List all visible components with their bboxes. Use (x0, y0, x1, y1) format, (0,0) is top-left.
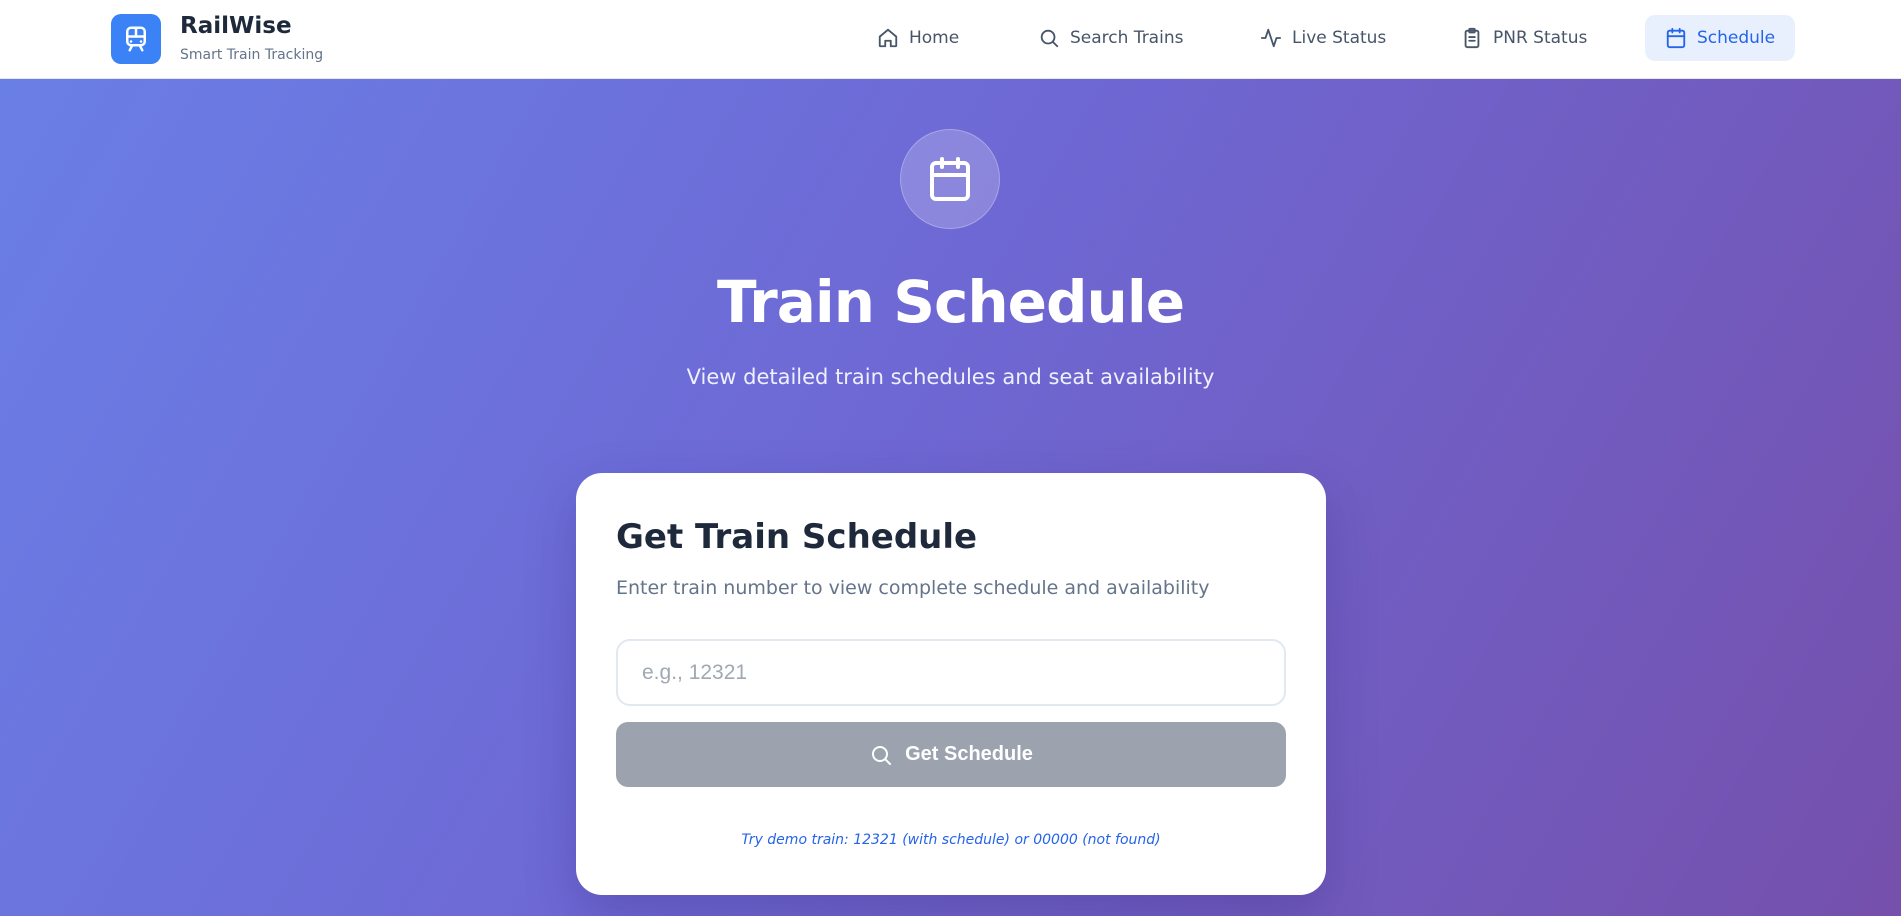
brand-tagline: Smart Train Tracking (180, 47, 324, 63)
hero-calendar-badge (900, 129, 1000, 229)
nav-home-label: Home (909, 28, 960, 48)
nav-search-trains[interactable]: Search Trains (1018, 15, 1203, 61)
search-icon (1040, 29, 1059, 48)
hero-section: Train Schedule View detailed train sched… (0, 79, 1901, 916)
calendar-icon (1666, 27, 1686, 49)
train-icon (126, 26, 146, 52)
nav-pnr-status-label: PNR Status (1493, 28, 1588, 48)
search-icon (872, 745, 892, 765)
nav-search-trains-label: Search Trains (1070, 28, 1184, 48)
get-schedule-label: Get Schedule (905, 743, 1033, 765)
nav-schedule-label: Schedule (1697, 28, 1776, 48)
nav-home[interactable]: Home (857, 15, 979, 61)
brand-logo[interactable] (111, 14, 161, 64)
nav-live-status[interactable]: Live Status (1240, 15, 1406, 61)
card-title: Get Train Schedule (616, 517, 978, 557)
page-subtitle: View detailed train schedules and seat a… (686, 365, 1215, 389)
page-title: Train Schedule (716, 268, 1185, 336)
nav-live-status-label: Live Status (1292, 28, 1387, 48)
schedule-search-card: Get Train Schedule Enter train number to… (576, 473, 1326, 895)
demo-train-hint: Try demo train: 12321 (with schedule) or… (741, 832, 1161, 848)
nav-schedule[interactable]: Schedule (1645, 15, 1796, 61)
clipboard-icon (1464, 27, 1480, 49)
calendar-icon (930, 157, 970, 201)
train-number-input[interactable] (616, 639, 1286, 706)
brand-name[interactable]: RailWise (180, 13, 292, 39)
nav-pnr-status[interactable]: PNR Status (1441, 15, 1607, 61)
top-navbar: RailWise Smart Train Tracking Home Searc… (0, 0, 1901, 79)
card-description: Enter train number to view complete sche… (616, 577, 1210, 599)
home-icon (878, 28, 898, 48)
activity-icon (1260, 28, 1282, 48)
get-schedule-button[interactable]: Get Schedule (616, 722, 1286, 787)
